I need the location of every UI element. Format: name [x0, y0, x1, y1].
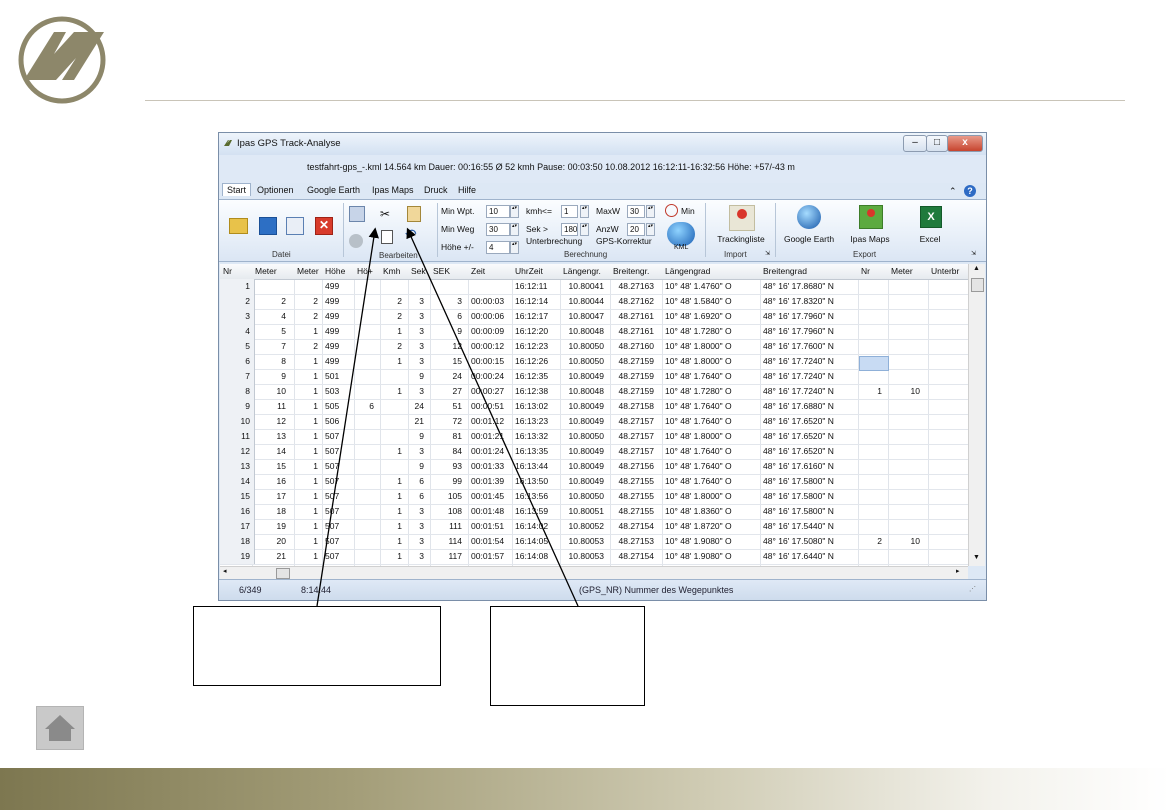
annotation-arrows [316, 227, 579, 607]
footer-bar [0, 768, 1170, 810]
home-icon [45, 715, 75, 741]
home-button[interactable] [36, 706, 84, 750]
